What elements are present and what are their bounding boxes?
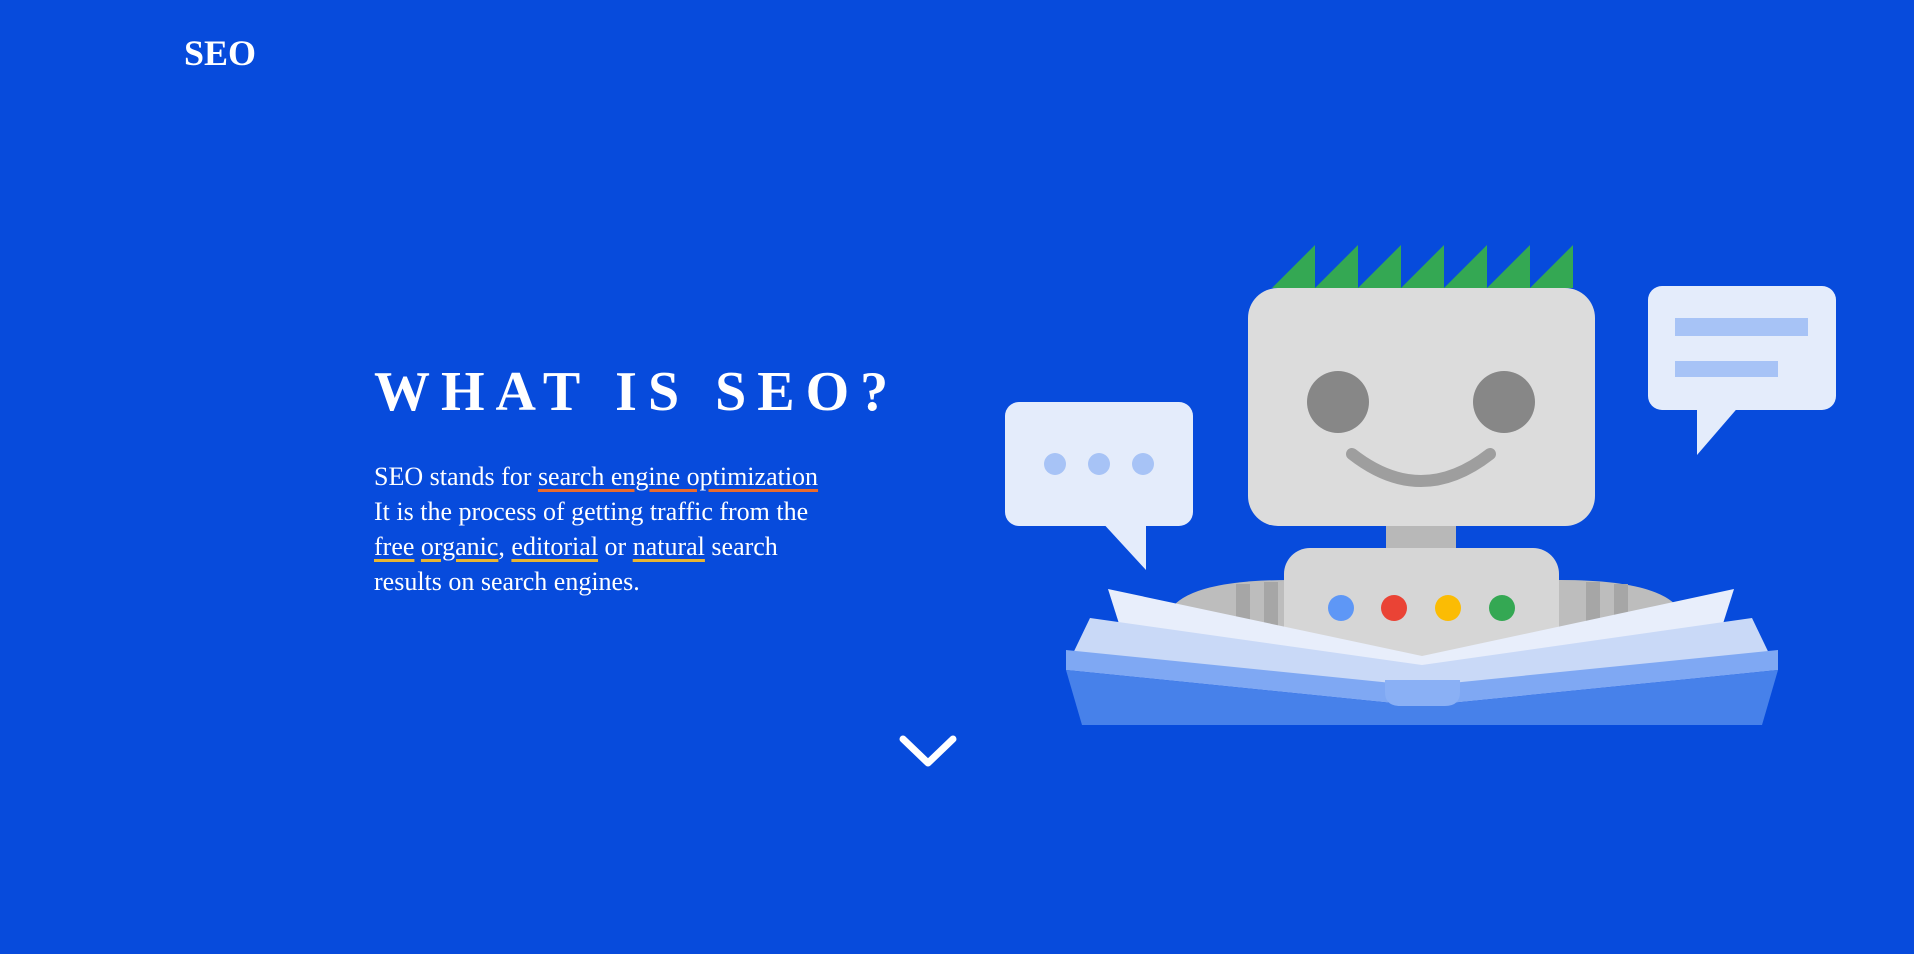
description-line-2: It is the process of getting traffic fro…: [374, 497, 809, 526]
highlight-free: free: [374, 532, 415, 561]
site-logo[interactable]: SEO: [184, 32, 256, 74]
description-line-1: SEO stands for search engine optimizatio…: [374, 459, 844, 494]
robot-button-blue: [1328, 595, 1354, 621]
robot-button-red: [1381, 595, 1407, 621]
highlight-editorial: editorial: [511, 532, 599, 561]
robot-eye-left: [1307, 371, 1369, 433]
description-line-3: free organic, editorial or natural searc…: [374, 529, 844, 564]
highlight-organic: organic: [420, 532, 499, 561]
description-text: or: [598, 532, 633, 561]
robot-eye-right: [1473, 371, 1535, 433]
robot-head: [1248, 288, 1595, 526]
speech-bubble-left: [1005, 402, 1193, 570]
highlight-natural: natural: [632, 532, 705, 561]
chevron-down-icon[interactable]: [897, 733, 959, 773]
page: SEO WHAT IS SEO? SEO stands for search e…: [0, 0, 1897, 954]
description-text: SEO stands for: [374, 462, 538, 491]
robot-button-green: [1489, 595, 1515, 621]
robot-hair: [1272, 245, 1573, 288]
description-line-4: results on search engines.: [374, 567, 640, 596]
speech-bubble-right: [1648, 286, 1836, 455]
description-text: search: [704, 532, 778, 561]
hero-description: SEO stands for search engine optimizatio…: [374, 459, 844, 599]
highlight-search-engine-optimization: search engine optimization: [537, 462, 819, 491]
robot-illustration: [1005, 245, 1836, 725]
robot-neck: [1386, 526, 1456, 550]
hero-title: WHAT IS SEO?: [374, 361, 900, 423]
description-text: ,: [498, 532, 505, 561]
robot-button-yellow: [1435, 595, 1461, 621]
